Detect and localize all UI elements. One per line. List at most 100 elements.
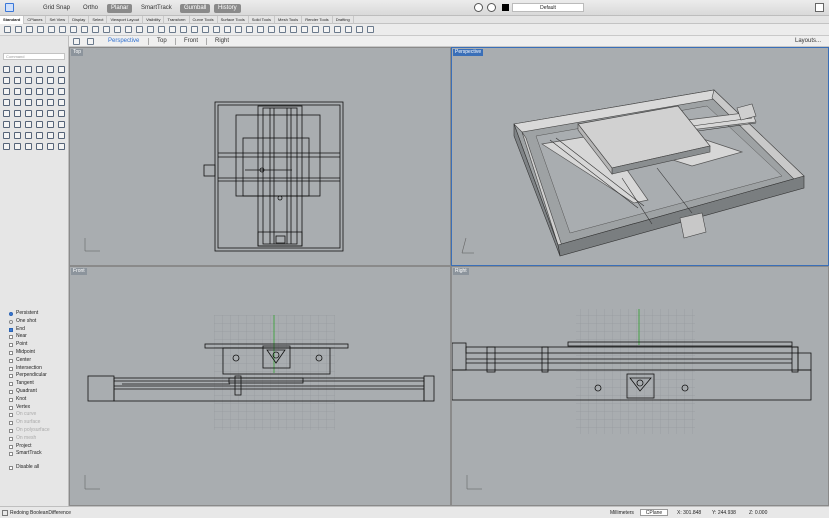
layer-control[interactable]: Default xyxy=(474,3,584,13)
ellipse-tool-icon[interactable] xyxy=(36,77,43,84)
rectangle-tool-icon[interactable] xyxy=(14,77,21,84)
osnap-checkbox[interactable] xyxy=(9,374,13,379)
osnap-item[interactable]: Point xyxy=(7,341,67,349)
layer-visible-icon[interactable] xyxy=(487,3,496,12)
move-tool-icon[interactable] xyxy=(47,99,54,106)
trim-icon[interactable] xyxy=(312,26,319,33)
select-icon[interactable] xyxy=(180,26,187,33)
cylinder-tool-icon[interactable] xyxy=(3,88,10,95)
offset-tool-icon[interactable] xyxy=(36,99,43,106)
ortho-toggle[interactable]: Ortho xyxy=(79,4,102,13)
box-tool-icon[interactable] xyxy=(58,77,65,84)
point-tool-icon[interactable] xyxy=(14,66,21,73)
hide-icon[interactable] xyxy=(246,26,253,33)
cplane-button[interactable]: CPlane xyxy=(640,509,668,516)
print-icon[interactable] xyxy=(37,26,44,33)
osnap-persistent[interactable]: Persistent xyxy=(7,310,67,318)
panels-toggle-icon[interactable] xyxy=(815,3,824,12)
osnap-item[interactable]: Quadrant xyxy=(7,388,67,396)
tab-surface-tools[interactable]: Surface Tools xyxy=(218,16,249,24)
zoom-window-icon[interactable] xyxy=(158,26,165,33)
osnap-checkbox[interactable] xyxy=(9,350,13,355)
osnap-checkbox[interactable] xyxy=(9,428,13,433)
lock-icon[interactable] xyxy=(235,26,242,33)
options-icon[interactable] xyxy=(345,26,352,33)
osnap-checkbox[interactable] xyxy=(9,358,13,363)
torus-tool-icon[interactable] xyxy=(25,88,32,95)
curve-tool-icon[interactable] xyxy=(36,143,43,150)
tab-set-view[interactable]: Set View xyxy=(46,16,70,24)
osnap-item[interactable]: On polysurface xyxy=(7,427,67,435)
polyline-tool-icon[interactable] xyxy=(25,143,32,150)
tab-cplanes[interactable]: CPlanes xyxy=(24,16,47,24)
one-shot-radio[interactable] xyxy=(9,319,13,324)
circle-tool-icon[interactable] xyxy=(58,66,65,73)
mirror-tool-icon[interactable] xyxy=(25,110,32,117)
copy-tool-icon[interactable] xyxy=(58,99,65,106)
command-input[interactable]: Command xyxy=(3,53,65,60)
tab-display[interactable]: Display xyxy=(69,16,90,24)
osnap-checkbox[interactable] xyxy=(9,397,13,402)
material-tool-icon[interactable] xyxy=(3,132,10,139)
save-icon[interactable] xyxy=(26,26,33,33)
rotate-tool-icon[interactable] xyxy=(3,110,10,117)
smarttrack-toggle[interactable]: SmartTrack xyxy=(137,4,176,13)
rotate-icon[interactable] xyxy=(136,26,143,33)
open-icon[interactable] xyxy=(15,26,22,33)
point-tool-icon[interactable] xyxy=(14,143,21,150)
extrude-tool-icon[interactable] xyxy=(36,88,43,95)
tab-mesh-tools[interactable]: Mesh Tools xyxy=(275,16,303,24)
osnap-checkbox[interactable] xyxy=(9,444,13,449)
chamfer-tool-icon[interactable] xyxy=(25,99,32,106)
group-icon[interactable] xyxy=(268,26,275,33)
persistent-radio[interactable] xyxy=(9,312,13,316)
osnap-checkbox[interactable] xyxy=(9,436,13,441)
gumball-toggle[interactable]: Gumball xyxy=(180,4,211,13)
scale-tool-icon[interactable] xyxy=(14,110,21,117)
sidebar-toggle-icon[interactable] xyxy=(5,3,14,12)
analyze-tool-icon[interactable] xyxy=(14,121,21,128)
history-toggle[interactable]: History xyxy=(214,4,241,13)
select-tool-icon[interactable] xyxy=(3,66,10,73)
curve-tool-icon[interactable] xyxy=(36,66,43,73)
new-icon[interactable] xyxy=(367,26,374,33)
fillet-tool-icon[interactable] xyxy=(14,99,21,106)
render-tool-icon[interactable] xyxy=(58,121,65,128)
viewport-top[interactable]: Top xyxy=(69,47,451,266)
hatch-tool-icon[interactable] xyxy=(3,121,10,128)
osnap-item[interactable]: On curve xyxy=(7,411,67,419)
osnap-checkbox[interactable] xyxy=(9,382,13,387)
sphere-tool-icon[interactable] xyxy=(47,77,54,84)
tab-perspective[interactable]: Perspective xyxy=(108,38,139,44)
tab-visibility[interactable]: Visibility xyxy=(143,16,165,24)
light-tool-icon[interactable] xyxy=(14,132,21,139)
osnap-checkbox[interactable] xyxy=(9,421,13,426)
cut-icon[interactable] xyxy=(70,26,77,33)
options-tool-icon[interactable] xyxy=(36,132,43,139)
osnap-item[interactable]: End xyxy=(7,326,67,334)
loft-tool-icon[interactable] xyxy=(47,88,54,95)
boolean-icon[interactable] xyxy=(334,26,341,33)
osnap-item[interactable]: Project xyxy=(7,443,67,451)
tab-curve-tools[interactable]: Curve Tools xyxy=(190,16,218,24)
text-tool-icon[interactable] xyxy=(47,110,54,117)
tab-solid-tools[interactable]: Solid Tools xyxy=(249,16,276,24)
select-tool-icon[interactable] xyxy=(3,143,10,150)
zoom-extents-icon[interactable] xyxy=(147,26,154,33)
tab-top[interactable]: Top xyxy=(157,38,167,44)
osnap-checkbox[interactable] xyxy=(9,343,13,348)
osnap-checkbox[interactable] xyxy=(9,335,13,340)
properties-icon[interactable] xyxy=(202,26,209,33)
sweep-tool-icon[interactable] xyxy=(58,88,65,95)
osnap-item[interactable]: On mesh xyxy=(7,435,67,443)
cone-tool-icon[interactable] xyxy=(14,88,21,95)
undo-icon[interactable] xyxy=(103,26,110,33)
arc-tool-icon[interactable] xyxy=(3,77,10,84)
redo-icon[interactable] xyxy=(114,26,121,33)
polyline-tool-icon[interactable] xyxy=(25,66,32,73)
osnap-item[interactable]: Center xyxy=(7,357,67,365)
pan-icon[interactable] xyxy=(125,26,132,33)
gear-tool-icon[interactable] xyxy=(58,132,65,139)
grid-snap-toggle[interactable]: Grid Snap xyxy=(39,4,74,13)
join-icon[interactable] xyxy=(290,26,297,33)
